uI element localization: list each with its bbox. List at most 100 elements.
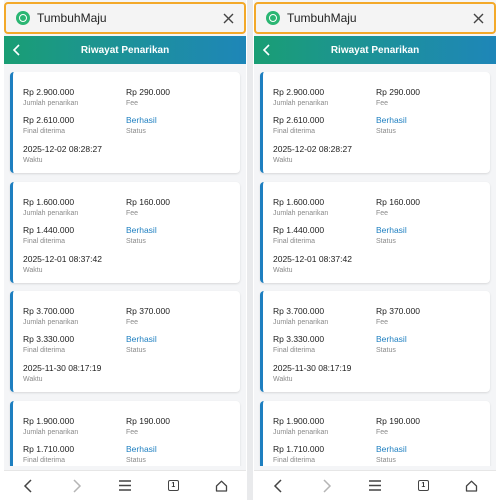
status-cell: Berhasil Status (126, 225, 157, 247)
back-button[interactable] (254, 36, 280, 64)
status-value: Berhasil (126, 444, 157, 454)
final-label: Final diterima (23, 238, 66, 245)
site-title: TumbuhMaju (287, 11, 357, 25)
fee-cell: Rp 370.000 Fee (126, 306, 170, 328)
bottom-nav: 1 (4, 470, 246, 500)
status-label: Status (376, 238, 396, 245)
fee-label: Fee (376, 319, 389, 326)
status-label: Status (376, 457, 396, 464)
amount-value: Rp 1.900.000 (273, 416, 325, 426)
close-button[interactable] (466, 6, 490, 30)
fee-value: Rp 370.000 (376, 306, 420, 316)
app-header: Riwayat Penarikan (4, 36, 246, 64)
final-label: Final diterima (23, 347, 66, 354)
withdrawal-card: Rp 2.900.000 Jumlah penarikan Rp 290.000 F… (10, 72, 240, 173)
nav-back-button[interactable] (10, 471, 46, 500)
amount-cell: Rp 1.600.000 Jumlah penarikan (273, 197, 328, 219)
withdrawal-card: Rp 1.600.000 Jumlah penarikan Rp 160.000 F… (260, 182, 490, 283)
forward-icon (323, 478, 331, 493)
amount-cell: Rp 2.900.000 Jumlah penarikan (23, 87, 78, 109)
status-cell: Berhasil Status (376, 115, 407, 137)
nav-back-button[interactable] (260, 471, 296, 500)
status-cell: Berhasil Status (376, 225, 407, 247)
nav-forward-button[interactable] (309, 471, 345, 500)
site-logo-icon (266, 11, 280, 25)
fee-label: Fee (126, 319, 139, 326)
amount-cell: Rp 1.900.000 Jumlah penarikan (273, 416, 328, 438)
time-cell: 2025-12-02 08:28:27 Waktu (23, 144, 102, 166)
time-value: 2025-12-01 08:37:42 (23, 254, 102, 264)
amount-value: Rp 2.900.000 (23, 87, 75, 97)
final-cell: Rp 2.610.000 Final diterima (23, 115, 74, 137)
status-label: Status (376, 347, 396, 354)
fee-cell: Rp 290.000 Fee (126, 87, 170, 109)
nav-tabs-button[interactable]: 1 (155, 471, 191, 500)
status-cell: Berhasil Status (126, 115, 157, 137)
back-button[interactable] (4, 36, 30, 64)
fee-label: Fee (126, 210, 139, 217)
final-label: Final diterima (273, 128, 316, 135)
nav-menu-button[interactable] (107, 471, 143, 500)
fee-value: Rp 160.000 (376, 197, 420, 207)
time-cell: 2025-11-30 08:17:19 Waktu (23, 363, 101, 385)
pane-left: TumbuhMaju Riwayat Penarikan Rp 2.900.00… (4, 0, 246, 500)
status-label: Status (126, 347, 146, 354)
split-screen-divider[interactable] (247, 0, 253, 500)
back-icon (274, 478, 282, 493)
final-value: Rp 2.610.000 (273, 115, 325, 125)
time-cell: 2025-12-02 08:28:27 Waktu (273, 144, 352, 166)
final-cell: Rp 1.710.000 Final diterima (23, 444, 74, 466)
final-value: Rp 3.330.000 (23, 334, 75, 344)
time-value: 2025-11-30 08:17:19 (23, 363, 102, 373)
amount-cell: Rp 1.900.000 Jumlah penarikan (23, 416, 78, 438)
withdrawal-list[interactable]: Rp 2.900.000 Jumlah penarikan Rp 290.000 F… (4, 72, 246, 466)
close-icon (223, 13, 233, 23)
nav-home-button[interactable] (454, 471, 490, 500)
home-icon (466, 480, 478, 492)
time-label: Waktu (273, 157, 293, 164)
status-value: Berhasil (376, 444, 407, 454)
time-cell: 2025-12-01 08:37:42 Waktu (23, 254, 102, 276)
app-header: Riwayat Penarikan (254, 36, 496, 64)
final-cell: Rp 3.330.000 Final diterima (23, 334, 74, 356)
amount-value: Rp 2.900.000 (273, 87, 325, 97)
amount-value: Rp 3.700.000 (273, 306, 325, 316)
fee-label: Fee (126, 100, 139, 107)
time-value: 2025-11-30 08:17:19 (273, 363, 352, 373)
tabs-icon: 1 (167, 480, 179, 491)
menu-icon (118, 480, 131, 491)
nav-forward-button[interactable] (59, 471, 95, 500)
site-logo-icon (16, 11, 30, 25)
status-value: Berhasil (376, 225, 407, 235)
amount-cell: Rp 3.700.000 Jumlah penarikan (273, 306, 328, 328)
amount-label: Jumlah penarikan (273, 210, 329, 217)
amount-value: Rp 3.700.000 (23, 306, 75, 316)
amount-label: Jumlah penarikan (23, 319, 79, 326)
nav-tabs-button[interactable]: 1 (405, 471, 441, 500)
withdrawal-list[interactable]: Rp 2.900.000 Jumlah penarikan Rp 290.000 F… (254, 72, 496, 466)
time-cell: 2025-12-01 08:37:42 Waktu (273, 254, 352, 276)
final-label: Final diterima (273, 238, 316, 245)
fee-cell: Rp 190.000 Fee (376, 416, 420, 438)
time-value: 2025-12-01 08:37:42 (273, 254, 352, 264)
fee-label: Fee (376, 100, 389, 107)
tabs-icon: 1 (417, 480, 429, 491)
withdrawal-card: Rp 1.600.000 Jumlah penarikan Rp 160.000 F… (10, 182, 240, 283)
time-cell: 2025-11-30 08:17:19 Waktu (273, 363, 351, 385)
amount-value: Rp 1.600.000 (23, 197, 75, 207)
close-button[interactable] (216, 6, 240, 30)
final-label: Final diterima (23, 128, 66, 135)
nav-menu-button[interactable] (357, 471, 393, 500)
time-label: Waktu (273, 376, 293, 383)
close-icon (473, 13, 483, 23)
status-label: Status (376, 128, 396, 135)
back-arrow-icon (12, 44, 20, 56)
nav-home-button[interactable] (204, 471, 240, 500)
final-cell: Rp 1.440.000 Final diterima (273, 225, 324, 247)
final-value: Rp 1.440.000 (273, 225, 325, 235)
pane-right: TumbuhMaju Riwayat Penarikan Rp 2.900.00… (254, 0, 496, 500)
browser-url-bar[interactable]: TumbuhMaju (4, 2, 246, 34)
status-value: Berhasil (376, 115, 407, 125)
final-label: Final diterima (23, 457, 66, 464)
browser-url-bar[interactable]: TumbuhMaju (254, 2, 496, 34)
